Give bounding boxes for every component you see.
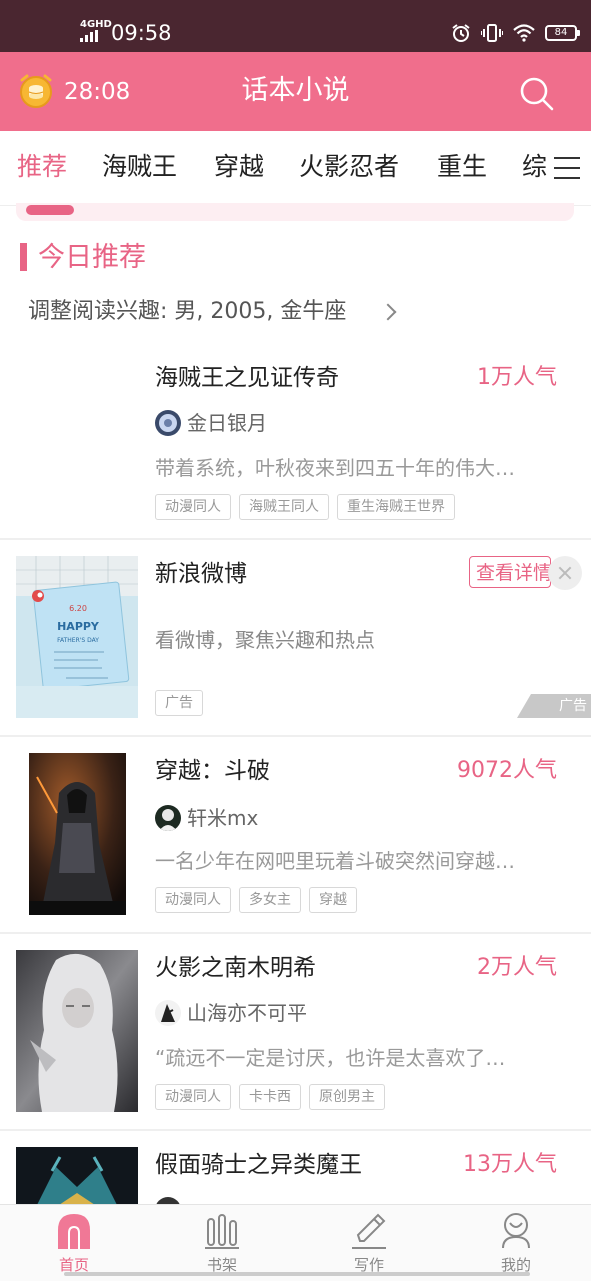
ad-card[interactable]: 6.20 HAPPY FATHER'S DAY 新浪微博 查看详情 看微博，聚焦… <box>0 540 591 737</box>
author-name: 轩米mx <box>187 806 259 830</box>
book-popularity: 13万人气 <box>463 1152 557 1177</box>
book-cover[interactable] <box>29 753 126 915</box>
vibrate-icon <box>481 24 503 42</box>
book-tags: 动漫同人 多女主 穿越 <box>155 887 357 913</box>
author-avatar <box>155 805 181 831</box>
book-tag[interactable]: 海贼王同人 <box>239 494 329 520</box>
ad-view-details-button[interactable]: 查看详情 <box>469 556 551 588</box>
author-avatar <box>155 1197 181 1204</box>
book-tag[interactable]: 重生海贼王世界 <box>337 494 455 520</box>
ad-description: 看微博，聚焦兴趣和热点 <box>155 628 375 652</box>
book-tags: 动漫同人 卡卡西 原创男主 <box>155 1084 385 1110</box>
book-tag[interactable]: 动漫同人 <box>155 887 231 913</box>
book-description: “疏远不一定是讨厌，也许是太喜欢了… <box>155 1046 506 1070</box>
ad-tags: 广告 <box>155 690 203 716</box>
book-title[interactable]: 火影之南木明希 <box>155 953 316 983</box>
tab-recommend[interactable]: 推荐 <box>17 151 67 183</box>
book-description: 一名少年在网吧里玩着斗破突然间穿越… <box>155 849 515 873</box>
book-tag[interactable]: 穿越 <box>309 887 357 913</box>
author-avatar <box>155 410 181 436</box>
close-icon[interactable] <box>548 556 582 590</box>
book-tag[interactable]: 原创男主 <box>309 1084 385 1110</box>
book-card[interactable]: 穿越：斗破 9072人气 轩米mx 一名少年在网吧里玩着斗破突然间穿越… 动漫同… <box>0 737 591 934</box>
cover-date: 6.20 <box>69 604 87 613</box>
chevron-right-icon[interactable] <box>379 303 397 321</box>
banner-badge <box>26 205 74 215</box>
book-title[interactable]: 穿越：斗破 <box>155 756 270 786</box>
bottom-navigation: 首页 书架 写作 我的 <box>0 1204 591 1281</box>
section-title: 今日推荐 <box>38 242 146 273</box>
ad-mark: 广告 <box>517 694 591 718</box>
book-popularity: 1万人气 <box>477 365 557 390</box>
ad-image[interactable]: 6.20 HAPPY FATHER'S DAY <box>16 556 138 718</box>
book-tag[interactable]: 动漫同人 <box>155 1084 231 1110</box>
wifi-icon <box>513 24 535 42</box>
search-icon[interactable] <box>517 74 555 112</box>
alarm-icon <box>452 24 470 42</box>
book-popularity: 2万人气 <box>477 955 557 980</box>
status-icons: 84 <box>451 20 580 46</box>
book-card[interactable]: 假面骑士之异类魔王 13万人气 <box>0 1131 591 1204</box>
author-name: 山海亦不可平 <box>187 1001 307 1025</box>
tab-general[interactable]: 综 <box>522 151 547 183</box>
book-tag[interactable]: 多女主 <box>239 887 301 913</box>
ad-title[interactable]: 新浪微博 <box>155 559 247 589</box>
pen-icon[interactable] <box>352 1213 386 1249</box>
section-accent-bar <box>20 243 27 271</box>
author-name: 金日银月 <box>187 411 267 435</box>
book-cover[interactable] <box>16 950 138 1112</box>
home-indicator <box>64 1272 530 1276</box>
nav-write[interactable]: 写作 <box>319 1205 419 1281</box>
author-avatar <box>155 1000 181 1026</box>
ad-tag: 广告 <box>155 690 203 716</box>
book-title[interactable]: 假面骑士之异类魔王 <box>155 1150 362 1180</box>
signal-icon <box>80 30 98 42</box>
book-cover[interactable] <box>16 1147 138 1204</box>
cover-heading: HAPPY <box>57 620 100 633</box>
nav-bookshelf[interactable]: 书架 <box>172 1205 272 1281</box>
home-icon[interactable] <box>57 1213 91 1249</box>
book-card[interactable]: 火影之南木明希 2万人气 山海亦不可平 “疏远不一定是讨厌，也许是太喜欢了… 动… <box>0 934 591 1131</box>
app-bar: 28:08 话本小说 <box>0 52 591 131</box>
book-title[interactable]: 海贼王之见证传奇 <box>155 363 339 393</box>
book-tag[interactable]: 动漫同人 <box>155 494 231 520</box>
book-tags: 动漫同人 海贼王同人 重生海贼王世界 <box>155 494 455 520</box>
battery-icon: 84 <box>545 25 580 41</box>
tab-rebirth[interactable]: 重生 <box>437 151 487 183</box>
network-type: 4GHD <box>80 19 112 30</box>
book-description: 带着系统，叶秋夜来到四五十年的伟大… <box>155 456 515 480</box>
category-tabs: 推荐 海贼王 穿越 火影忍者 重生 综 <box>0 131 591 206</box>
tab-menu-icon[interactable] <box>552 155 582 181</box>
book-tag[interactable]: 卡卡西 <box>239 1084 301 1110</box>
tab-one-piece[interactable]: 海贼王 <box>102 151 177 183</box>
tab-time-travel[interactable]: 穿越 <box>214 151 264 183</box>
profile-icon[interactable] <box>499 1213 533 1249</box>
bookshelf-icon[interactable] <box>205 1213 239 1249</box>
status-bar: 4GHD 09:58 84 <box>0 0 591 52</box>
announcement-banner[interactable] <box>16 203 574 221</box>
nav-profile[interactable]: 我的 <box>466 1205 566 1281</box>
cover-subheading: FATHER'S DAY <box>57 637 99 644</box>
reading-interest-link[interactable]: 调整阅读兴趣: 男, 2005, 金牛座 <box>28 297 346 327</box>
app-title: 话本小说 <box>241 75 350 106</box>
tab-naruto[interactable]: 火影忍者 <box>299 151 399 183</box>
book-popularity: 9072人气 <box>457 758 557 783</box>
nav-home[interactable]: 首页 <box>24 1205 124 1281</box>
book-card[interactable]: 海贼王之见证传奇 1万人气 金日银月 带着系统，叶秋夜来到四五十年的伟大… 动漫… <box>0 340 591 540</box>
status-time: 09:58 <box>111 21 172 45</box>
